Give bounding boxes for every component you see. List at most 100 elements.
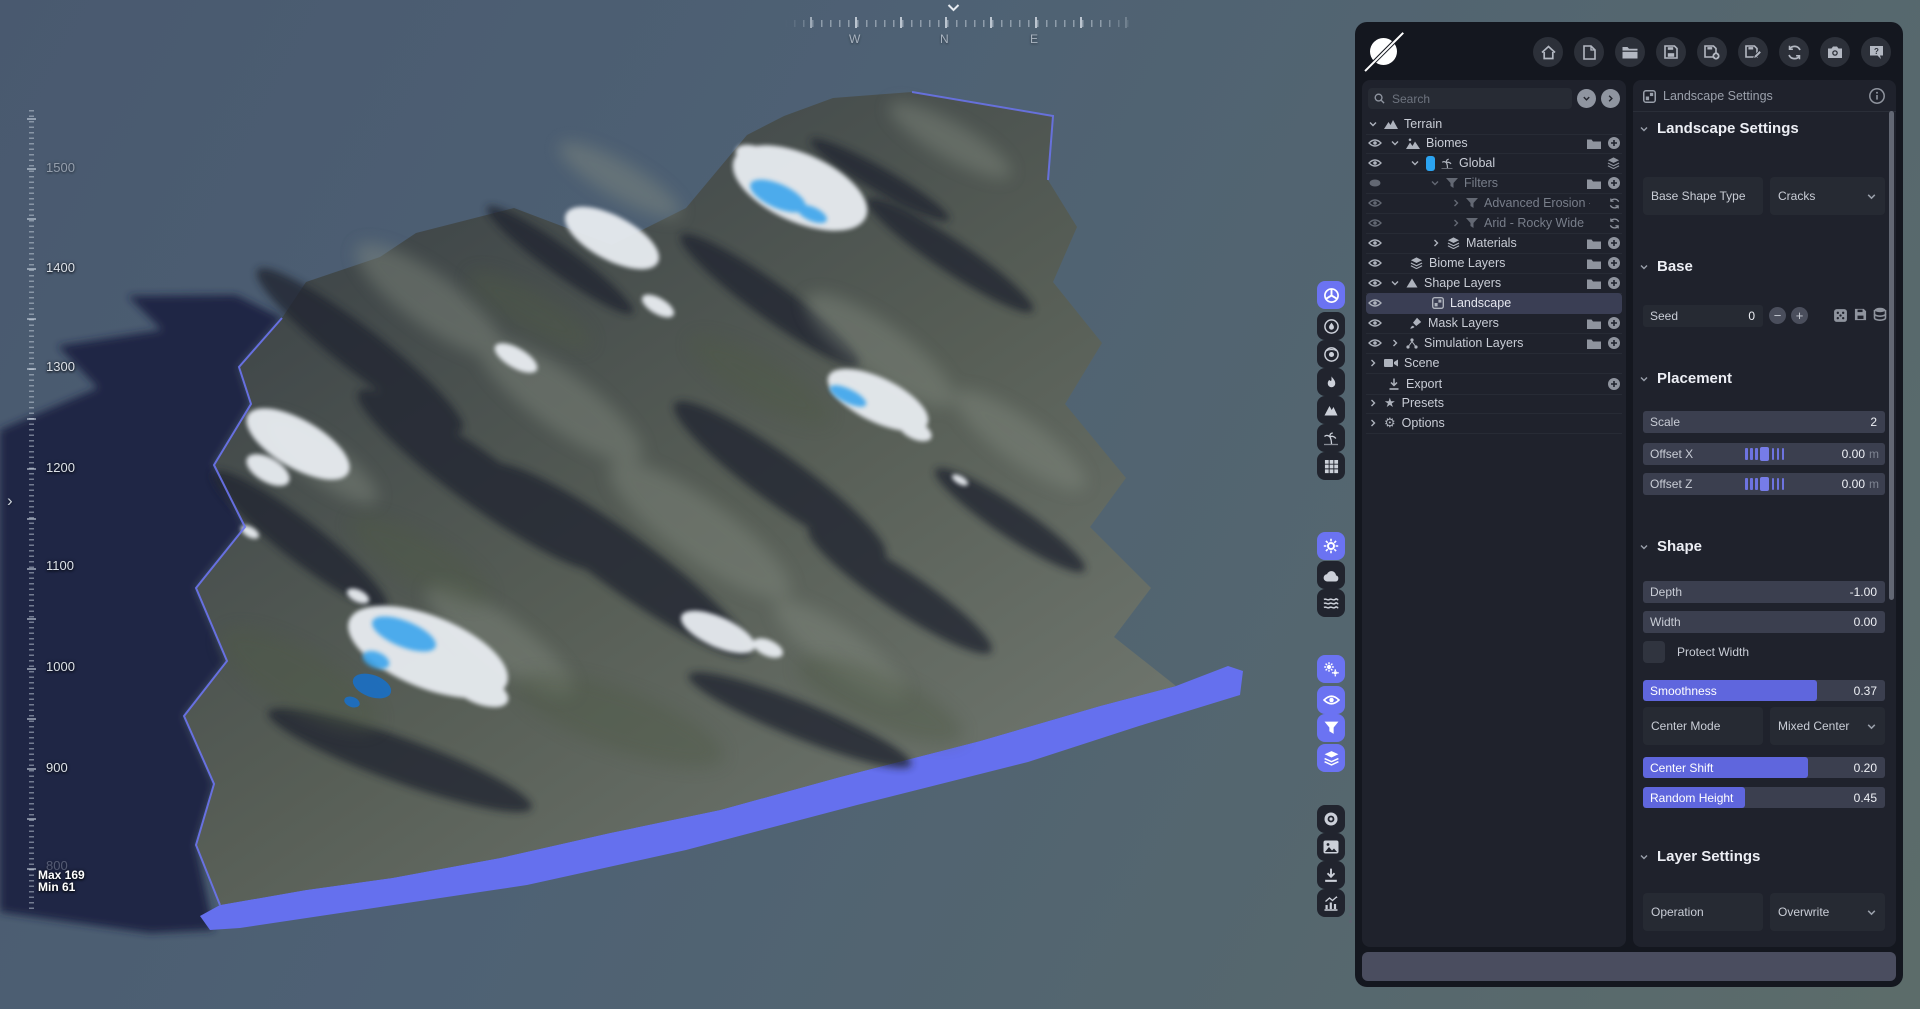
offset-x-field[interactable]: Offset X 0.00 m — [1643, 443, 1885, 465]
center-shift-slider[interactable]: Center Shift 0.20 — [1643, 757, 1885, 778]
save-button[interactable] — [1656, 37, 1686, 67]
sync-icon[interactable] — [1609, 218, 1620, 229]
chevron-down-icon[interactable] — [1390, 278, 1400, 288]
add-icon[interactable] — [1608, 277, 1620, 289]
tree-item-landscape[interactable]: Landscape — [1366, 293, 1622, 314]
eye-icon[interactable] — [1368, 198, 1382, 208]
erosion-view-button[interactable] — [1317, 368, 1345, 396]
sun-settings-button[interactable] — [1317, 532, 1345, 560]
compass-ruler[interactable]: W N E — [785, 16, 1137, 48]
screenshot-gallery-button[interactable] — [1317, 833, 1345, 861]
base-shape-type-dropdown[interactable]: Cracks — [1770, 177, 1885, 215]
eye-icon[interactable] — [1368, 158, 1382, 168]
tree-item-mask-layers[interactable]: Mask Layers — [1366, 313, 1622, 334]
record-button[interactable] — [1317, 805, 1345, 833]
water-settings-button[interactable] — [1317, 589, 1345, 617]
offset-z-field[interactable]: Offset Z 0.00 m — [1643, 473, 1885, 495]
search-input[interactable] — [1390, 91, 1514, 107]
tree-item-shape-layers[interactable]: Shape Layers — [1366, 273, 1622, 294]
chevron-down-icon[interactable] — [1368, 119, 1378, 129]
add-icon[interactable] — [1608, 137, 1620, 149]
tree-item-biome-layers[interactable]: Biome Layers — [1366, 253, 1622, 274]
filter-panel-button[interactable] — [1317, 714, 1345, 742]
add-icon[interactable] — [1608, 177, 1620, 189]
collapse-all-button[interactable] — [1577, 89, 1596, 108]
tree-item-options[interactable]: ⚙ Options — [1366, 413, 1622, 434]
section-placement[interactable]: Placement — [1639, 370, 1879, 387]
save-preset-button[interactable] — [1854, 308, 1867, 321]
help-button[interactable]: ? — [1861, 37, 1891, 67]
folder-icon[interactable] — [1587, 258, 1601, 269]
settings-scrollbar[interactable] — [1889, 111, 1894, 600]
rename-project-button[interactable] — [1738, 37, 1768, 67]
cloud-settings-button[interactable] — [1317, 561, 1345, 589]
eye-icon[interactable] — [1368, 298, 1382, 308]
chevron-right-icon[interactable] — [1368, 418, 1378, 428]
statistics-button[interactable] — [1317, 889, 1345, 917]
island-view-button[interactable] — [1317, 424, 1345, 452]
tree-item-terrain[interactable]: Terrain — [1366, 114, 1622, 135]
offset-z-scrubber[interactable] — [1745, 477, 1784, 491]
chevron-down-icon[interactable] — [1430, 178, 1440, 188]
folder-icon[interactable] — [1587, 318, 1601, 329]
info-button[interactable] — [1868, 87, 1886, 105]
offset-x-scrubber[interactable] — [1745, 447, 1784, 461]
section-base[interactable]: Base — [1639, 258, 1879, 275]
hidden-dot-icon[interactable] — [1369, 179, 1381, 187]
eye-icon[interactable] — [1368, 338, 1382, 348]
random-height-slider[interactable]: Random Height 0.45 — [1643, 787, 1885, 808]
tree-item-materials[interactable]: Materials — [1366, 233, 1622, 254]
operation-dropdown[interactable]: Overwrite — [1770, 893, 1885, 931]
folder-icon[interactable] — [1587, 238, 1601, 249]
left-panel-expander[interactable]: › — [7, 491, 13, 511]
chevron-right-icon[interactable] — [1431, 238, 1441, 248]
seed-increment-button[interactable]: + — [1791, 307, 1808, 324]
eye-icon[interactable] — [1368, 138, 1382, 148]
chevron-right-icon[interactable] — [1451, 198, 1461, 208]
expand-all-button[interactable] — [1601, 89, 1620, 108]
export-quick-button[interactable] — [1317, 861, 1345, 889]
sync-icon[interactable] — [1609, 198, 1620, 209]
add-icon[interactable] — [1608, 317, 1620, 329]
screenshot-button[interactable] — [1820, 37, 1850, 67]
tree-item-export[interactable]: Export — [1366, 374, 1622, 395]
mountain-view-button[interactable] — [1317, 396, 1345, 424]
open-project-button[interactable] — [1615, 37, 1645, 67]
tree-item-presets[interactable]: ★ Presets — [1366, 393, 1622, 414]
orbit-globe-view-button[interactable] — [1317, 340, 1345, 368]
width-field[interactable]: Width 0.00 — [1643, 611, 1885, 633]
app-logo[interactable] — [1365, 33, 1403, 71]
chevron-right-icon[interactable] — [1390, 338, 1400, 348]
section-shape[interactable]: Shape — [1639, 538, 1879, 555]
tree-item-filters[interactable]: Filters — [1366, 173, 1622, 194]
tree-search[interactable] — [1368, 88, 1572, 109]
grid-view-button[interactable] — [1317, 452, 1345, 480]
globe-view-button[interactable] — [1317, 281, 1345, 309]
layers-panel-button[interactable] — [1317, 744, 1345, 772]
eye-icon[interactable] — [1368, 318, 1382, 328]
tree-item-arid-rocky-wide[interactable]: Arid - Rocky Wide — [1366, 213, 1622, 234]
eye-icon[interactable] — [1368, 238, 1382, 248]
eye-icon[interactable] — [1368, 278, 1382, 288]
tree-item-global[interactable]: Global — [1366, 153, 1622, 174]
randomize-seed-button[interactable] — [1833, 308, 1848, 323]
folder-icon[interactable] — [1587, 138, 1601, 149]
sync-button[interactable] — [1779, 37, 1809, 67]
layers-icon[interactable] — [1607, 157, 1620, 169]
gears-panel-button[interactable] — [1317, 655, 1345, 683]
tree-item-advanced-erosion[interactable]: Advanced Erosion - Se — [1366, 193, 1622, 214]
chevron-right-icon[interactable] — [1368, 398, 1378, 408]
tree-item-simulation-layers[interactable]: Simulation Layers — [1366, 333, 1622, 354]
home-button[interactable] — [1533, 37, 1563, 67]
seed-field[interactable]: Seed 0 — [1643, 305, 1763, 327]
add-icon[interactable] — [1608, 237, 1620, 249]
add-icon[interactable] — [1608, 257, 1620, 269]
new-file-button[interactable] — [1574, 37, 1604, 67]
preset-library-button[interactable] — [1873, 307, 1887, 322]
tree-item-biomes[interactable]: Biomes — [1366, 133, 1622, 154]
add-icon[interactable] — [1608, 337, 1620, 349]
tree-item-scene[interactable]: Scene — [1366, 353, 1622, 374]
water-globe-view-button[interactable] — [1317, 312, 1345, 340]
seed-decrement-button[interactable]: − — [1769, 307, 1786, 324]
center-mode-dropdown[interactable]: Mixed Center — [1770, 707, 1885, 745]
